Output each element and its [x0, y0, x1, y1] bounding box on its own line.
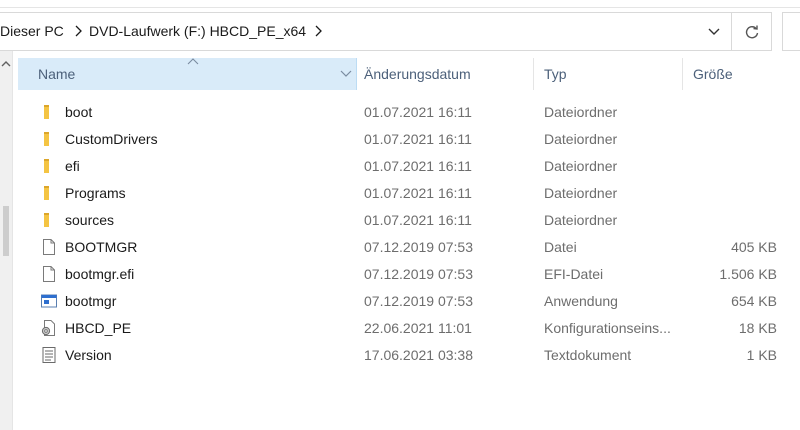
column-header-name-label: Name	[38, 66, 76, 82]
scrollbar-thumb[interactable]	[3, 206, 9, 256]
file-row[interactable]: efi 01.07.2021 16:11 Dateiordner	[18, 153, 800, 180]
file-icon	[40, 238, 58, 256]
file-type: Dateiordner	[544, 185, 618, 201]
file-type: Dateiordner	[544, 212, 618, 228]
file-date: 07.12.2019 07:53	[364, 266, 473, 282]
search-box[interactable]	[782, 12, 800, 51]
file-type: Textdokument	[544, 347, 632, 363]
text-file-icon	[40, 346, 58, 364]
chevron-right-icon[interactable]	[313, 24, 323, 38]
file-name: bootmgr.efi	[65, 266, 135, 282]
chevron-right-icon[interactable]	[73, 24, 83, 38]
folder-icon	[40, 157, 58, 175]
scroll-up-icon[interactable]	[1, 59, 11, 69]
address-history-dropdown[interactable]	[697, 13, 731, 50]
column-header-date[interactable]: Änderungsdatum	[357, 58, 534, 90]
file-type: Dateiordner	[544, 158, 618, 174]
file-row[interactable]: Programs 01.07.2021 16:11 Dateiordner	[18, 180, 800, 207]
folder-icon	[40, 211, 58, 229]
file-type: Datei	[544, 239, 577, 255]
chevron-down-icon	[708, 28, 720, 35]
file-type: Dateiordner	[544, 131, 618, 147]
file-name: efi	[65, 158, 80, 174]
file-date: 07.12.2019 07:53	[364, 293, 473, 309]
sort-ascending-icon	[187, 58, 199, 65]
refresh-button[interactable]	[732, 12, 772, 51]
column-header-type[interactable]: Typ	[534, 58, 683, 90]
file-type: Dateiordner	[544, 104, 618, 120]
breadcrumb-this-pc[interactable]: Dieser PC	[0, 23, 64, 39]
refresh-icon	[745, 25, 758, 38]
column-header-size[interactable]: Größe	[683, 58, 800, 90]
config-file-icon	[40, 319, 58, 337]
file-date: 01.07.2021 16:11	[364, 131, 472, 147]
file-type: Konfigurationseins...	[544, 320, 671, 336]
file-date: 22.06.2021 11:01	[364, 320, 472, 336]
file-row[interactable]: sources 01.07.2021 16:11 Dateiordner	[18, 207, 800, 234]
column-header-size-label: Größe	[693, 66, 733, 82]
folder-icon	[40, 103, 58, 121]
file-row[interactable]: Version 17.06.2021 03:38 Textdokument 1 …	[18, 342, 800, 369]
folder-icon	[40, 184, 58, 202]
file-date: 01.07.2021 16:11	[364, 158, 472, 174]
file-name: BOOTMGR	[65, 239, 138, 255]
navigation-pane-scrollbar[interactable]	[0, 51, 12, 430]
file-row[interactable]: bootmgr.efi 07.12.2019 07:53 EFI-Datei 1…	[18, 261, 800, 288]
file-list: boot 01.07.2021 16:11 Dateiordner Custom…	[18, 99, 800, 369]
column-header-date-label: Änderungsdatum	[364, 66, 471, 82]
file-date: 01.07.2021 16:11	[364, 212, 472, 228]
file-name: boot	[65, 104, 93, 120]
file-name: HBCD_PE	[65, 320, 132, 336]
file-name: Version	[65, 347, 112, 363]
file-size: 18 KB	[738, 320, 777, 336]
file-row[interactable]: HBCD_PE 22.06.2021 11:01 Konfigurationse…	[18, 315, 800, 342]
chevron-down-icon[interactable]	[339, 68, 353, 80]
column-header-type-label: Typ	[544, 66, 567, 82]
file-row[interactable]: BOOTMGR 07.12.2019 07:53 Datei 405 KB	[18, 234, 800, 261]
file-date: 17.06.2021 03:38	[364, 347, 473, 363]
file-size: 1 KB	[746, 347, 777, 363]
file-name: bootmgr	[65, 293, 117, 309]
ribbon-edge	[0, 0, 800, 8]
file-type: EFI-Datei	[544, 266, 604, 282]
breadcrumb-dvd-drive[interactable]: DVD-Laufwerk (F:) HBCD_PE_x64	[89, 23, 306, 39]
file-date: 07.12.2019 07:53	[364, 239, 473, 255]
file-date: 01.07.2021 16:11	[364, 104, 472, 120]
file-name: sources	[65, 212, 115, 228]
file-size: 654 KB	[731, 293, 777, 309]
file-row[interactable]: boot 01.07.2021 16:11 Dateiordner	[18, 99, 800, 126]
file-name: Programs	[65, 185, 126, 201]
folder-icon	[40, 130, 58, 148]
file-size: 1.506 KB	[719, 266, 777, 282]
file-row[interactable]: bootmgr 07.12.2019 07:53 Anwendung 654 K…	[18, 288, 800, 315]
application-icon	[40, 292, 58, 310]
file-icon	[40, 265, 58, 283]
file-name: CustomDrivers	[65, 131, 158, 147]
file-type: Anwendung	[544, 293, 618, 309]
file-date: 01.07.2021 16:11	[364, 185, 472, 201]
address-bar[interactable]: Dieser PC DVD-Laufwerk (F:) HBCD_PE_x64	[0, 12, 732, 51]
file-row[interactable]: CustomDrivers 01.07.2021 16:11 Dateiordn…	[18, 126, 800, 153]
file-size: 405 KB	[731, 239, 777, 255]
